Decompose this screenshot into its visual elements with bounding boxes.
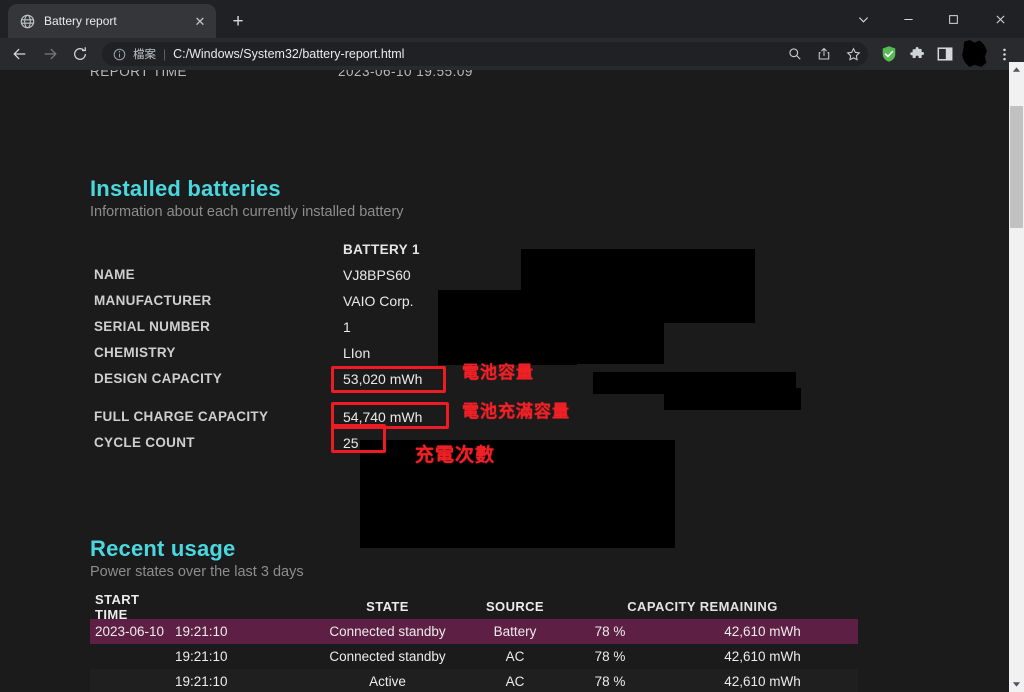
recent-usage-heading: Recent usage <box>90 536 236 561</box>
cell-mwh: 42,610 mWh <box>724 624 801 639</box>
cell-source: AC <box>505 649 525 664</box>
new-tab-button[interactable]: + <box>224 7 252 35</box>
table-row: 2023-06-10 19:21:10 Connected standby Ba… <box>90 619 858 644</box>
redaction-box <box>535 316 664 364</box>
omnibox-divider: | <box>163 47 167 61</box>
cell-source: AC <box>505 674 525 689</box>
caret-down-icon[interactable] <box>1009 677 1024 692</box>
reload-icon[interactable] <box>66 40 94 68</box>
info-circle-icon[interactable] <box>112 47 126 61</box>
installed-batteries-subheading: Information about each currently install… <box>90 204 404 220</box>
row-value: VJ8BPS60 <box>343 267 411 283</box>
row-value: 54,740 mWh <box>343 409 423 425</box>
arrow-right-icon[interactable] <box>36 40 64 68</box>
cell-date <box>90 669 175 692</box>
cell-date <box>90 644 175 669</box>
cell-state: Active <box>369 674 406 689</box>
cell-source: Battery <box>493 624 537 639</box>
row-value: VAIO Corp. <box>343 293 414 309</box>
redaction-box <box>962 40 987 67</box>
report-time-value: 2023-06-10 19:55:09 <box>338 70 473 79</box>
table-row: 19:21:10 Connected standby AC 78 % 42,61… <box>90 644 858 669</box>
page-scrollbar[interactable] <box>1009 62 1024 692</box>
row-label: DESIGN CAPACITY <box>94 371 223 386</box>
cell-percent: 78 % <box>594 649 626 664</box>
annotation-full-charge-capacity: 電池充滿容量 <box>462 402 570 422</box>
cell-time: 19:21:10 <box>175 649 228 664</box>
column-header-state: STATE <box>366 599 409 614</box>
address-bar[interactable]: 檔案 | C:/Windows/System32/battery-report.… <box>102 42 868 66</box>
row-value: LIon <box>343 345 371 361</box>
cell-mwh: 42,610 mWh <box>724 674 801 689</box>
puzzle-icon[interactable] <box>904 40 930 68</box>
scrollbar-thumb[interactable] <box>1010 106 1023 228</box>
close-icon[interactable]: ✕ <box>192 13 208 29</box>
row-label: MANUFACTURER <box>94 293 212 308</box>
arrow-left-icon[interactable] <box>6 40 34 68</box>
row-label: SERIAL NUMBER <box>94 319 211 334</box>
avatar-redacted[interactable] <box>960 40 988 67</box>
row-label: CYCLE COUNT <box>94 435 195 450</box>
cell-mwh: 42,610 mWh <box>724 649 801 664</box>
report-time-row-clipped: REPORT TIME 2023-06-10 19:55:09 <box>90 70 610 80</box>
share-icon[interactable] <box>813 43 835 65</box>
cell-percent: 78 % <box>594 674 626 689</box>
redaction-box <box>360 440 675 548</box>
close-icon[interactable] <box>976 3 1024 35</box>
report-time-label: REPORT TIME <box>90 70 188 79</box>
tab-strip: Battery report ✕ + <box>0 0 1024 38</box>
battery-report-page: REPORT TIME 2023-06-10 19:55:09 Installe… <box>0 70 1009 692</box>
caret-up-icon[interactable] <box>1009 62 1024 77</box>
column-header-source: SOURCE <box>485 599 545 614</box>
url-scheme-label: 檔案 <box>133 49 156 61</box>
column-header-spacer <box>175 594 295 619</box>
column-header-start-time: START TIME <box>95 591 140 622</box>
table-row: NAME VJ8BPS60 <box>90 267 510 288</box>
window-controls <box>841 0 1024 38</box>
redaction-box <box>664 388 801 410</box>
browser-window: Battery report ✕ + 檔案 | C:/Windows/Syste… <box>0 0 1024 692</box>
chevron-down-icon[interactable] <box>841 3 886 35</box>
row-label: CHEMISTRY <box>94 345 176 360</box>
cell-state: Connected standby <box>329 624 446 639</box>
browser-toolbar: 檔案 | C:/Windows/System32/battery-report.… <box>0 38 1024 70</box>
recent-usage-table: START TIME STATE SOURCE CAPACITY REMAINI… <box>90 591 858 692</box>
table-row: DESIGN CAPACITY 53,020 mWh <box>90 371 510 392</box>
url-text: C:/Windows/System32/battery-report.html <box>173 47 405 61</box>
table-row: FULL CHARGE CAPACITY 54,740 mWh <box>90 409 510 430</box>
row-label: NAME <box>94 267 135 282</box>
maximize-icon[interactable] <box>931 3 976 35</box>
cell-percent: 78 % <box>594 624 626 639</box>
cell-time: 19:21:10 <box>175 674 228 689</box>
minimize-icon[interactable] <box>886 3 931 35</box>
star-icon[interactable] <box>842 43 864 65</box>
battery-1-column-header: BATTERY 1 <box>343 242 420 257</box>
search-page-icon[interactable] <box>784 43 806 65</box>
cell-time: 19:21:10 <box>175 624 228 639</box>
row-label: FULL CHARGE CAPACITY <box>94 409 269 424</box>
side-panel-icon[interactable] <box>932 40 958 68</box>
recent-usage-subheading: Power states over the last 3 days <box>90 564 304 580</box>
column-header-capacity-remaining: CAPACITY REMAINING <box>627 599 778 614</box>
table-header-row: START TIME STATE SOURCE CAPACITY REMAINI… <box>90 591 858 622</box>
tab-title: Battery report <box>44 14 117 28</box>
row-value: 1 <box>343 319 351 335</box>
globe-icon <box>19 13 35 29</box>
shield-icon[interactable] <box>876 40 902 68</box>
page-viewport: REPORT TIME 2023-06-10 19:55:09 Installe… <box>0 70 1024 692</box>
installed-batteries-heading: Installed batteries <box>90 176 281 201</box>
row-value: 25 <box>343 435 359 451</box>
tab-battery-report[interactable]: Battery report ✕ <box>8 4 216 38</box>
table-row: 19:21:10 Active AC 78 % 42,610 mWh <box>90 669 858 692</box>
annotation-battery-capacity: 電池容量 <box>462 363 534 383</box>
row-value: 53,020 mWh <box>343 371 423 387</box>
cell-date: 2023-06-10 <box>95 624 165 639</box>
annotation-cycle-count: 充電次數 <box>415 444 496 466</box>
cell-state: Connected standby <box>329 649 446 664</box>
